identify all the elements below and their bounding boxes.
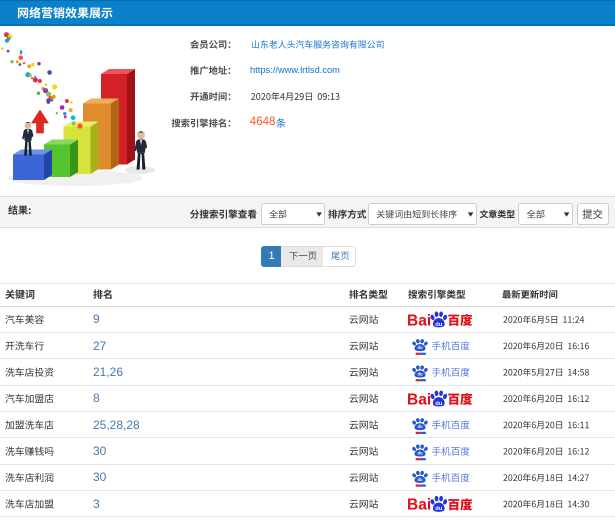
- svg-text:du: du: [417, 477, 423, 482]
- svg-text:Bai: Bai: [407, 312, 431, 329]
- svg-text:Bai: Bai: [407, 497, 431, 514]
- svg-text:du: du: [417, 424, 423, 429]
- svg-text:du: du: [417, 371, 423, 376]
- svg-text:Bai: Bai: [407, 391, 431, 408]
- svg-text:du: du: [417, 345, 423, 350]
- svg-text:du: du: [417, 451, 423, 456]
- svg-text:du: du: [435, 506, 443, 512]
- svg-text:du: du: [435, 401, 443, 407]
- svg-text:du: du: [435, 322, 443, 328]
